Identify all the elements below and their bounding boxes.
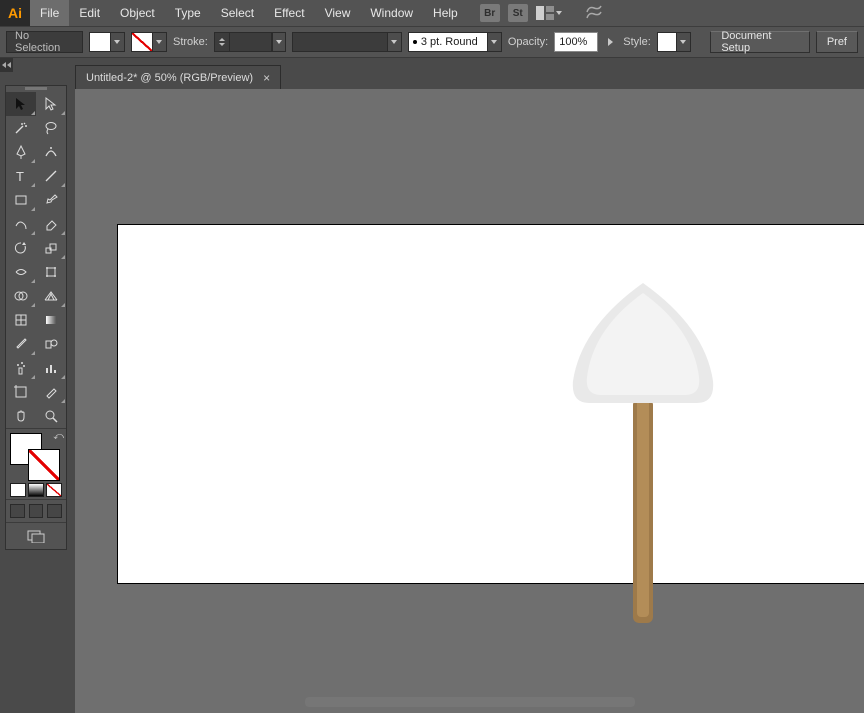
color-mode-solid[interactable]: [10, 483, 26, 497]
magic-wand-tool[interactable]: [6, 116, 36, 140]
graphic-style-swatch[interactable]: [657, 32, 691, 52]
artboard[interactable]: [117, 224, 864, 584]
color-mode-row: [6, 481, 66, 499]
type-tool[interactable]: T: [6, 164, 36, 188]
rectangle-tool[interactable]: [6, 188, 36, 212]
svg-text:T: T: [16, 169, 24, 184]
app-logo: Ai: [0, 0, 30, 26]
eyedropper-tool[interactable]: [6, 332, 36, 356]
document-setup-button[interactable]: Document Setup: [710, 31, 809, 53]
fill-swatch[interactable]: [89, 32, 125, 52]
app-switcher: Br St: [480, 4, 604, 23]
eraser-tool[interactable]: [36, 212, 66, 236]
menu-file[interactable]: File: [30, 0, 69, 26]
stroke-weight-input[interactable]: [214, 32, 286, 52]
document-tab-title: Untitled-2* @ 50% (RGB/Preview): [86, 72, 253, 84]
tools-panel: T ⤺: [5, 85, 67, 550]
color-mode-none[interactable]: [46, 483, 62, 497]
direct-selection-tool[interactable]: [36, 92, 66, 116]
document-tab[interactable]: Untitled-2* @ 50% (RGB/Preview) ×: [75, 65, 281, 89]
curvature-tool[interactable]: [36, 140, 66, 164]
fill-stroke-indicator[interactable]: ⤺: [6, 431, 66, 481]
arrange-docs-icon[interactable]: [536, 6, 562, 20]
shape-builder-tool[interactable]: [6, 284, 36, 308]
stroke-swatch[interactable]: [131, 32, 167, 52]
perspective-grid-tool[interactable]: [36, 284, 66, 308]
menu-object[interactable]: Object: [110, 0, 165, 26]
scale-tool[interactable]: [36, 236, 66, 260]
paintbrush-tool[interactable]: [36, 188, 66, 212]
line-segment-tool[interactable]: [36, 164, 66, 188]
variable-width-profile[interactable]: [292, 32, 402, 52]
menu-help[interactable]: Help: [423, 0, 468, 26]
style-label: Style:: [623, 36, 651, 48]
opacity-input[interactable]: 100%: [554, 32, 598, 52]
bridge-icon[interactable]: Br: [480, 4, 500, 22]
menu-edit[interactable]: Edit: [69, 0, 110, 26]
shovel-handle-inner: [637, 399, 649, 617]
menu-window[interactable]: Window: [360, 0, 423, 26]
menu-effect[interactable]: Effect: [264, 0, 314, 26]
horizontal-scrollbar[interactable]: [305, 697, 635, 707]
artboard-tool[interactable]: [6, 380, 36, 404]
stock-icon[interactable]: St: [508, 4, 528, 22]
preferences-button[interactable]: Pref: [816, 31, 858, 53]
width-tool[interactable]: [6, 260, 36, 284]
draw-inside[interactable]: [47, 504, 62, 518]
menu-type[interactable]: Type: [165, 0, 211, 26]
draw-normal[interactable]: [10, 504, 25, 518]
stroke-label: Stroke:: [173, 36, 208, 48]
artwork-shovel[interactable]: [563, 279, 723, 639]
color-mode-gradient[interactable]: [28, 483, 44, 497]
free-transform-tool[interactable]: [36, 260, 66, 284]
stroke-indicator[interactable]: [28, 449, 60, 481]
menu-bar: Ai File Edit Object Type Select Effect V…: [0, 0, 864, 26]
canvas-area[interactable]: [75, 89, 864, 713]
swap-fill-stroke-icon[interactable]: ⤺: [53, 431, 64, 442]
opacity-label: Opacity:: [508, 36, 548, 48]
sync-icon[interactable]: [584, 4, 604, 23]
menu-view[interactable]: View: [315, 0, 361, 26]
control-bar: No Selection Stroke: 3 pt. Round Opacity…: [0, 26, 864, 58]
slice-tool[interactable]: [36, 380, 66, 404]
gradient-tool[interactable]: [36, 308, 66, 332]
opacity-flyout[interactable]: [608, 38, 613, 46]
symbol-sprayer-tool[interactable]: [6, 356, 36, 380]
document-tabstrip: Untitled-2* @ 50% (RGB/Preview) ×: [75, 65, 281, 89]
selection-indicator: No Selection: [6, 31, 83, 53]
pencil-tool[interactable]: [6, 212, 36, 236]
menu-select[interactable]: Select: [211, 0, 264, 26]
lasso-tool[interactable]: [36, 116, 66, 140]
zoom-tool[interactable]: [36, 404, 66, 428]
pen-tool[interactable]: [6, 140, 36, 164]
column-graph-tool[interactable]: [36, 356, 66, 380]
draw-behind[interactable]: [29, 504, 44, 518]
hand-tool[interactable]: [6, 404, 36, 428]
brush-definition[interactable]: 3 pt. Round: [408, 32, 502, 52]
selection-tool[interactable]: [6, 92, 36, 116]
draw-mode-row: [6, 500, 66, 522]
close-tab-icon[interactable]: ×: [263, 71, 270, 85]
screen-mode-button[interactable]: [6, 523, 66, 549]
collapse-panels-button[interactable]: [0, 58, 13, 72]
mesh-tool[interactable]: [6, 308, 36, 332]
blend-tool[interactable]: [36, 332, 66, 356]
rotate-tool[interactable]: [6, 236, 36, 260]
shovel-blade-inner: [587, 293, 699, 395]
